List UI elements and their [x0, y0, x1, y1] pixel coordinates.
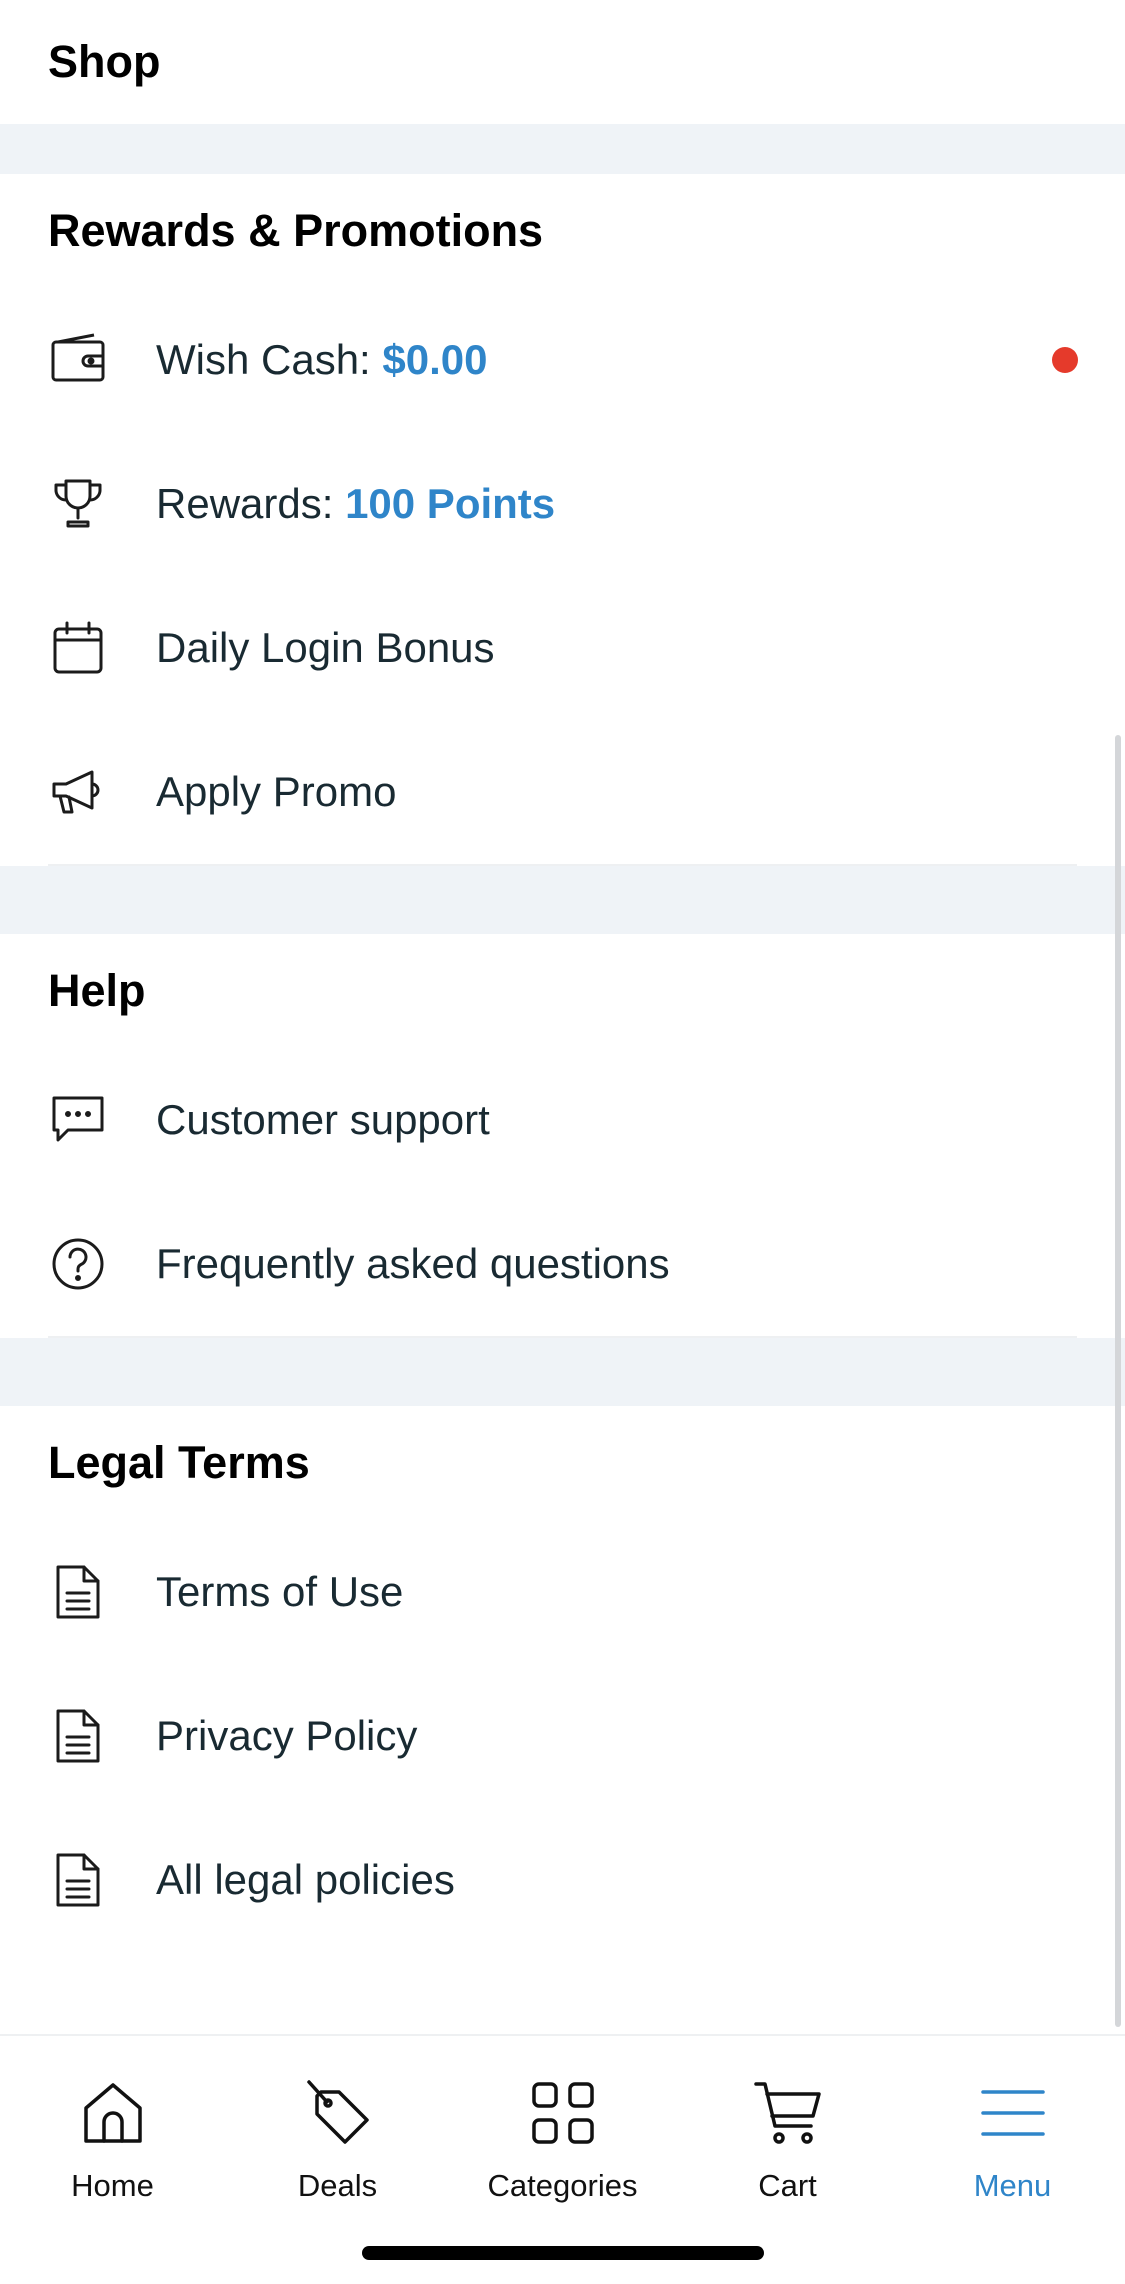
tab-deals-label: Deals: [297, 2168, 378, 2203]
tab-home-label: Home: [71, 2168, 154, 2203]
home-icon: [83, 2083, 142, 2143]
section-gap: [0, 124, 1125, 174]
daily-login-bonus-item[interactable]: Daily Login Bonus: [0, 576, 1125, 720]
trophy-icon: [48, 474, 108, 534]
tab-cart[interactable]: Cart: [675, 2036, 900, 2216]
privacy-policy-label: Privacy Policy: [156, 1712, 418, 1759]
terms-of-use-item[interactable]: Terms of Use: [0, 1520, 1125, 1664]
customer-support-item[interactable]: Customer support: [0, 1048, 1125, 1192]
tab-deals[interactable]: Deals: [225, 2036, 450, 2216]
rewards-label: Rewards: 100 Points: [156, 480, 556, 527]
notification-dot: [1052, 347, 1078, 373]
apply-promo-item[interactable]: Apply Promo: [0, 720, 1125, 864]
section-gap: [0, 1338, 1125, 1406]
tag-icon: [306, 2080, 369, 2144]
document-icon: [48, 1850, 108, 1910]
rewards-section-title: Rewards & Promotions: [48, 205, 544, 256]
wish-cash-label: Wish Cash: $0.00: [156, 336, 488, 383]
faq-label: Frequently asked questions: [156, 1240, 670, 1287]
megaphone-icon: [48, 762, 108, 822]
cart-icon: [753, 2082, 821, 2144]
shop-section-title: Shop: [48, 36, 161, 87]
rewards-points-value: 100 Points: [345, 480, 556, 527]
tab-home[interactable]: Home: [0, 2036, 225, 2216]
all-legal-policies-item[interactable]: All legal policies: [0, 1808, 1125, 1952]
wish-cash-item[interactable]: Wish Cash: $0.00: [0, 288, 1125, 432]
grid-icon: [531, 2082, 594, 2144]
calendar-icon: [48, 618, 108, 678]
scrollbar[interactable]: [1115, 735, 1121, 2027]
privacy-policy-item[interactable]: Privacy Policy: [0, 1664, 1125, 1808]
menu-screen: Shop Rewards & Promotions Wish Cash: $0.…: [0, 0, 1125, 2284]
document-icon: [48, 1562, 108, 1622]
rewards-item[interactable]: Rewards: 100 Points: [0, 432, 1125, 576]
tab-categories-label: Categories: [487, 2168, 638, 2203]
tab-menu[interactable]: Menu: [900, 2036, 1125, 2216]
section-gap: [0, 866, 1125, 934]
all-legal-policies-label: All legal policies: [156, 1856, 455, 1903]
question-circle-icon: [48, 1234, 108, 1294]
wallet-icon: [48, 330, 108, 390]
tab-menu-label: Menu: [973, 2168, 1052, 2203]
chat-icon: [48, 1090, 108, 1150]
wish-cash-value: $0.00: [382, 336, 488, 383]
tab-categories[interactable]: Categories: [450, 2036, 675, 2216]
help-section-title: Help: [48, 965, 146, 1016]
apply-promo-label: Apply Promo: [156, 768, 397, 815]
home-indicator: [362, 2246, 764, 2260]
customer-support-label: Customer support: [156, 1096, 490, 1143]
terms-of-use-label: Terms of Use: [156, 1568, 404, 1615]
daily-login-bonus-label: Daily Login Bonus: [156, 624, 495, 671]
faq-item[interactable]: Frequently asked questions: [0, 1192, 1125, 1336]
hamburger-menu-icon: [980, 2090, 1045, 2136]
tab-cart-label: Cart: [758, 2168, 817, 2203]
document-icon: [48, 1706, 108, 1766]
legal-section-title: Legal Terms: [48, 1437, 310, 1488]
